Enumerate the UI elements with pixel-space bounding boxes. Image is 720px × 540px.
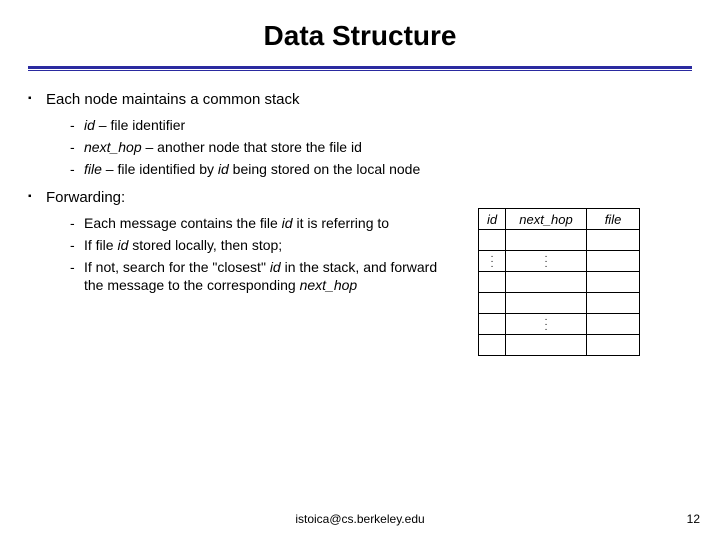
bullet-1-text: Each node maintains a common stack <box>46 91 299 108</box>
sub-1-3: file – file identified by id being store… <box>70 160 448 178</box>
slide-title: Data Structure <box>0 0 720 62</box>
sub-2-3: If not, search for the "closest" id in t… <box>70 258 448 294</box>
bullet-2: Forwarding: Each message contains the fi… <box>28 188 448 294</box>
title-rule <box>28 66 692 72</box>
col-file: file <box>587 209 640 230</box>
table-row: ··· <box>479 314 640 335</box>
vdots-icon: ··· <box>479 254 505 269</box>
slide: Data Structure Each node maintains a com… <box>0 0 720 540</box>
stack-table: id next_hop file ··· ··· ··· <box>478 208 640 356</box>
vdots-icon: ··· <box>506 254 586 269</box>
col-id: id <box>479 209 506 230</box>
table-header-row: id next_hop file <box>479 209 640 230</box>
sub-1-1: id – file identifier <box>70 116 448 134</box>
table-row <box>479 230 640 251</box>
content-area: Each node maintains a common stack id – … <box>0 72 720 304</box>
bullet-column: Each node maintains a common stack id – … <box>28 90 448 304</box>
footer-email: istoica@cs.berkeley.edu <box>0 512 720 526</box>
page-number: 12 <box>687 512 700 526</box>
sub-2-1: Each message contains the file id it is … <box>70 214 448 232</box>
table-row <box>479 335 640 356</box>
table-row: ··· ··· <box>479 251 640 272</box>
diagram-column: id next_hop file ··· ··· ··· <box>448 90 702 304</box>
table-row <box>479 293 640 314</box>
bullet-2-text: Forwarding: <box>46 189 125 206</box>
bullet-1: Each node maintains a common stack id – … <box>28 90 448 178</box>
stack-table-wrap: id next_hop file ··· ··· ··· <box>478 208 640 356</box>
col-next-hop: next_hop <box>506 209 587 230</box>
sub-2-2: If file id stored locally, then stop; <box>70 236 448 254</box>
vdots-icon: ··· <box>506 317 586 332</box>
sub-1-2: next_hop – another node that store the f… <box>70 138 448 156</box>
table-row <box>479 272 640 293</box>
